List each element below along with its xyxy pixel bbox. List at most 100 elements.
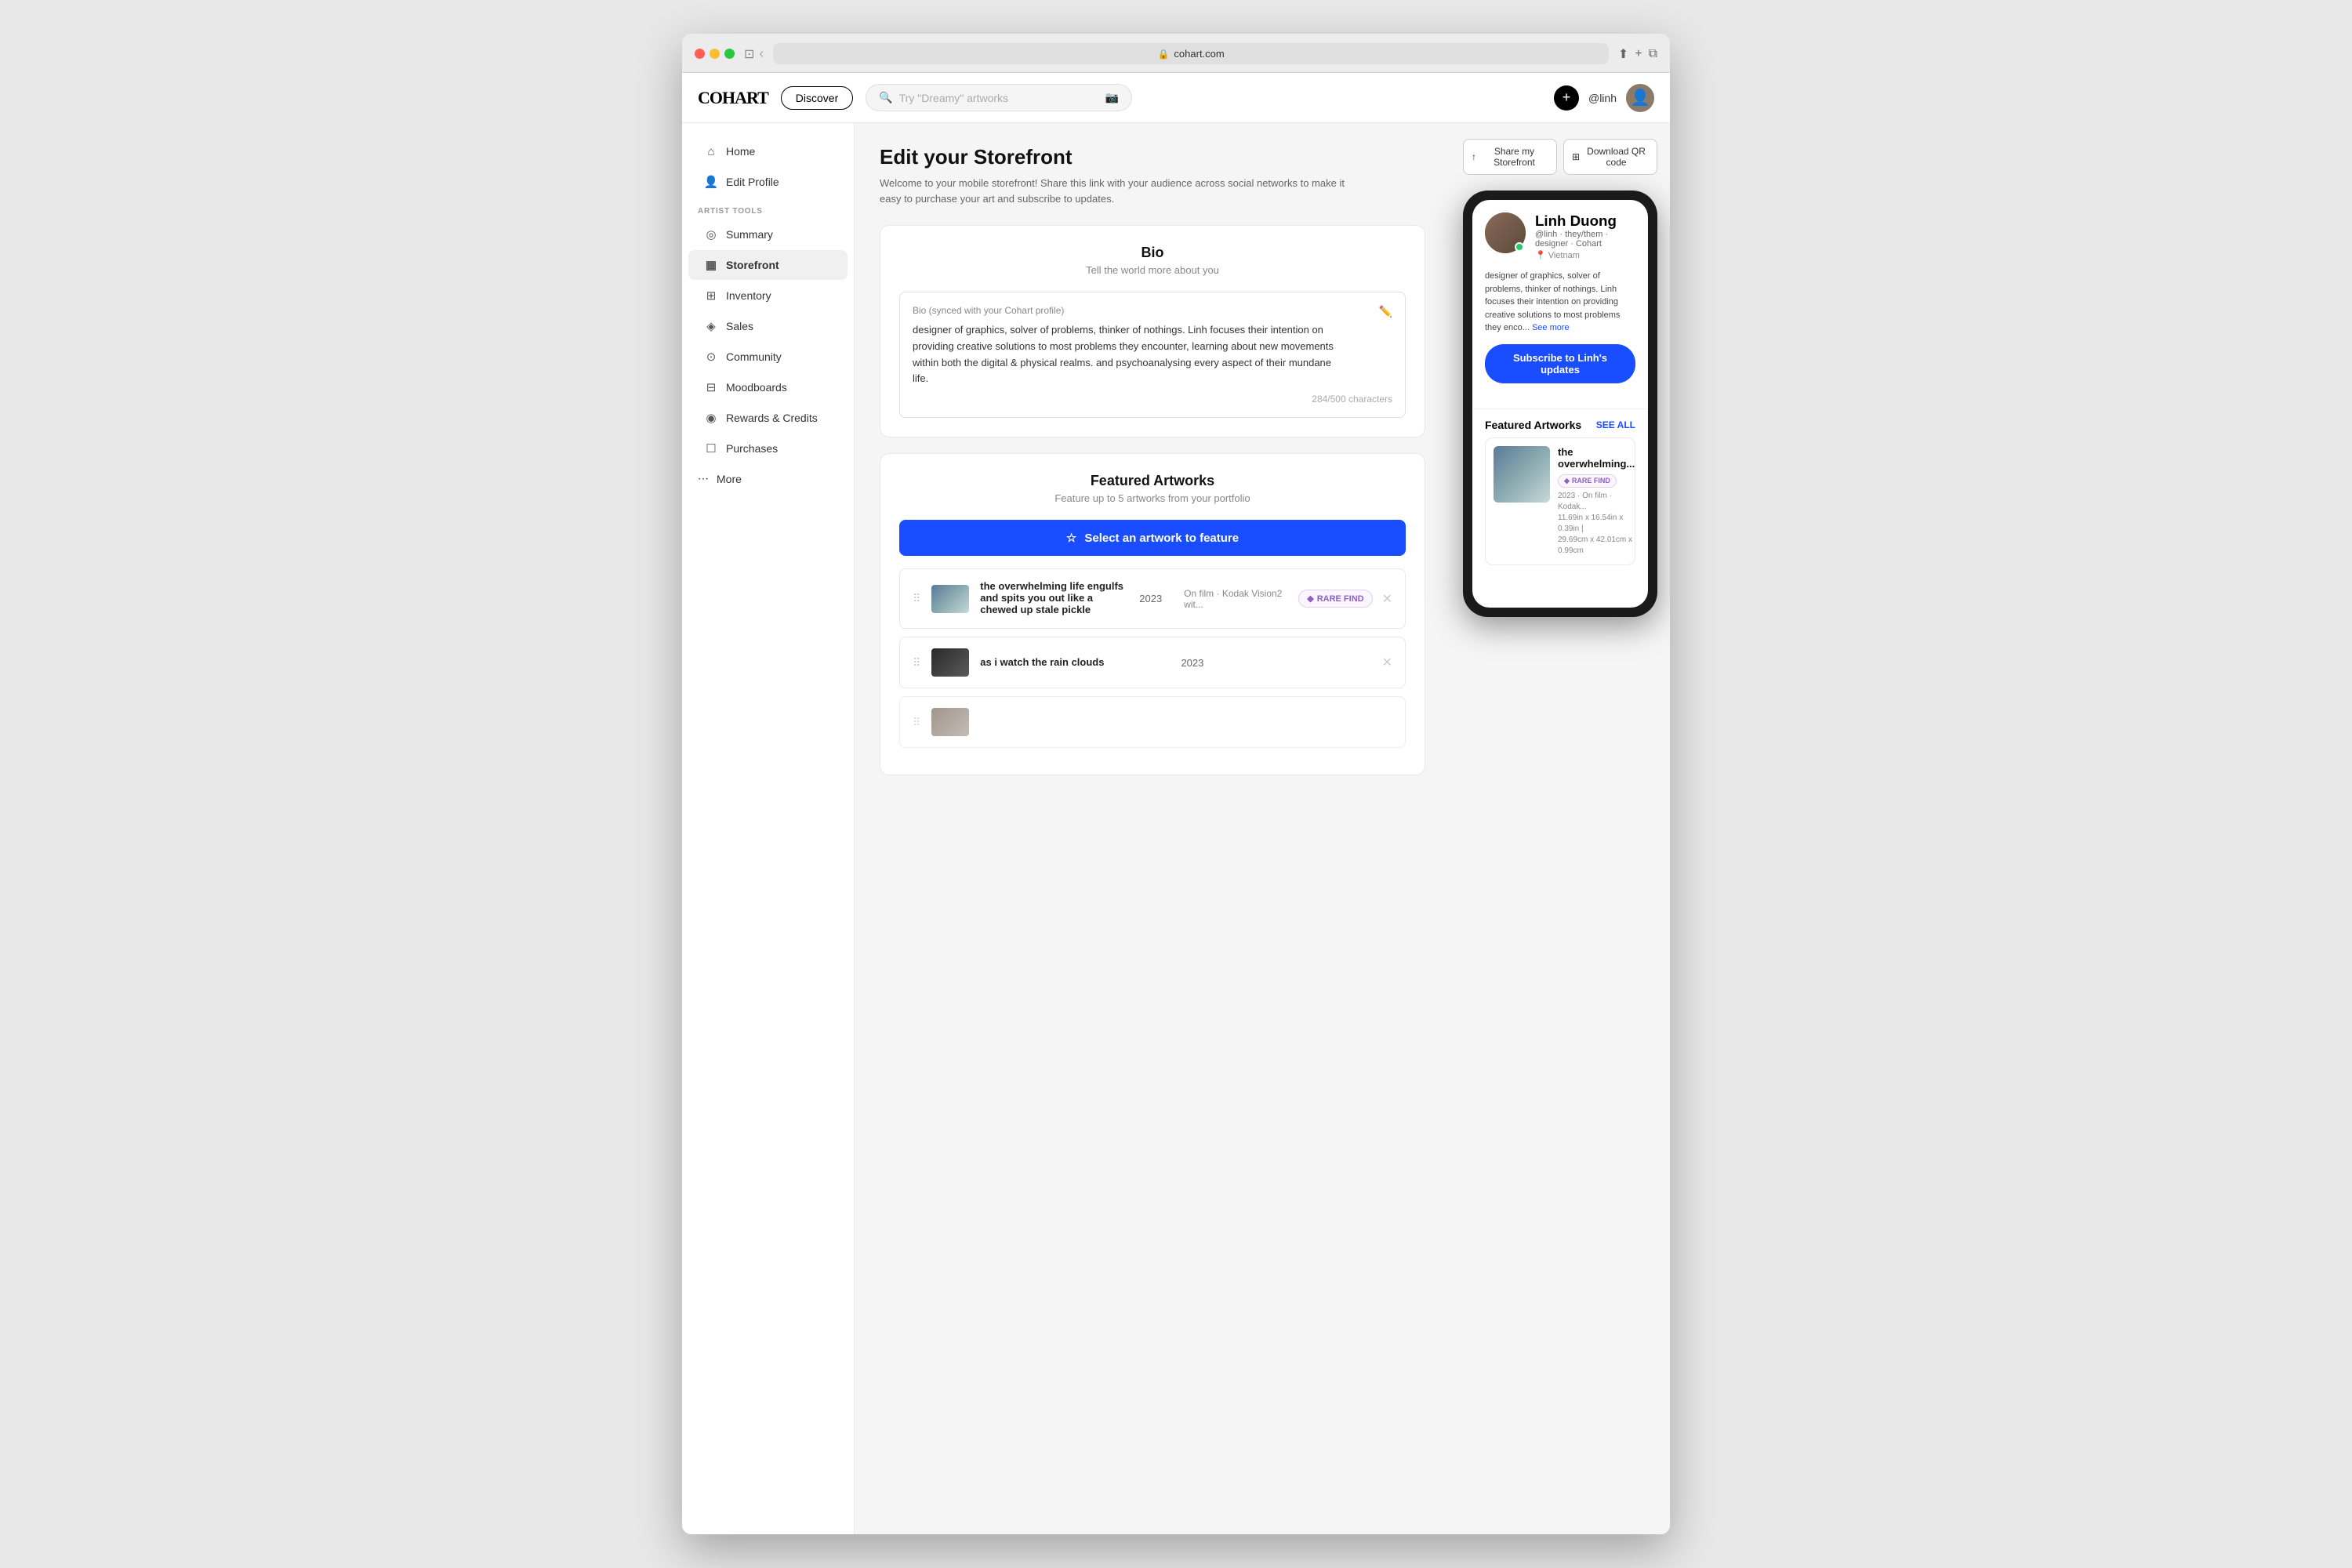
select-artwork-button[interactable]: ☆ Select an artwork to feature — [899, 520, 1406, 556]
diamond-icon: ◆ — [1307, 593, 1313, 604]
artist-tools-label: ARTIST TOOLS — [682, 198, 854, 219]
sidebar-item-moodboards[interactable]: ⊟ Moodboards — [688, 372, 848, 402]
mobile-user-meta: @linh · they/them · designer · Cohart — [1535, 230, 1635, 249]
search-placeholder: Try "Dreamy" artworks — [899, 92, 1008, 104]
artwork-row-middle: 2023 — [1181, 657, 1370, 669]
moodboards-icon: ⊟ — [704, 380, 718, 394]
download-qr-button[interactable]: ⊞ Download QR code — [1563, 139, 1657, 175]
browser-navigation: ⊡ ‹ — [744, 45, 764, 62]
sidebar-item-home[interactable]: ⌂ Home — [688, 136, 848, 166]
bio-card-title: Bio — [899, 245, 1406, 261]
sidebar-summary-label: Summary — [726, 228, 773, 241]
drag-handle-icon[interactable]: ⠿ — [913, 656, 920, 670]
bio-edit-icon[interactable]: ✏️ — [1379, 305, 1392, 318]
sidebar: ⌂ Home 👤 Edit Profile ARTIST TOOLS ◎ Sum… — [682, 123, 855, 1534]
sidebar-inventory-label: Inventory — [726, 289, 771, 302]
location-icon: 📍 — [1535, 250, 1546, 260]
minimize-window-button[interactable] — [710, 49, 720, 59]
verified-icon — [1515, 242, 1524, 252]
back-button[interactable]: ‹ — [759, 45, 764, 62]
artwork-row: ⠿ the overwhelming life engulfs and spit… — [899, 568, 1406, 629]
sidebar-item-community[interactable]: ⊙ Community — [688, 342, 848, 372]
profile-icon: 👤 — [704, 175, 718, 189]
share-page-icon[interactable]: ⬆ — [1618, 46, 1628, 62]
camera-icon[interactable]: 📷 — [1105, 91, 1119, 104]
tabs-icon[interactable]: ⧉ — [1649, 47, 1657, 61]
new-tab-icon[interactable]: + — [1635, 47, 1642, 61]
mobile-artwork-card: the overwhelming... ◆ RARE FIND 2023 · O… — [1485, 437, 1635, 565]
community-icon: ⊙ — [704, 350, 718, 364]
mobile-featured-header: Featured Artworks SEE ALL — [1472, 409, 1648, 437]
featured-card-subtitle: Feature up to 5 artworks from your portf… — [899, 492, 1406, 504]
artwork-year: 2023 — [1139, 593, 1162, 604]
drag-handle-icon[interactable]: ⠿ — [913, 716, 920, 729]
drag-handle-icon[interactable]: ⠿ — [913, 592, 920, 605]
featured-card-title: Featured Artworks — [899, 473, 1406, 489]
sidebar-home-label: Home — [726, 145, 755, 158]
sales-icon: ◈ — [704, 319, 718, 333]
browser-chrome: ⊡ ‹ 🔒 cohart.com ⬆ + ⧉ — [682, 34, 1670, 73]
remove-artwork-button[interactable]: ✕ — [1382, 655, 1392, 670]
sidebar-toggle-icon[interactable]: ⊡ — [744, 46, 754, 62]
sidebar-more-label: More — [717, 473, 742, 485]
app-header: COHART Discover 🔍 Try "Dreamy" artworks … — [682, 73, 1670, 123]
sidebar-community-label: Community — [726, 350, 782, 363]
sidebar-item-purchases[interactable]: ☐ Purchases — [688, 434, 848, 463]
search-icon: 🔍 — [879, 91, 892, 104]
maximize-window-button[interactable] — [724, 49, 735, 59]
sidebar-sales-label: Sales — [726, 320, 753, 332]
sidebar-more[interactable]: ⋯ More — [682, 464, 854, 493]
bio-char-count: 284/500 characters — [913, 394, 1392, 405]
page-title: Edit your Storefront — [880, 145, 1425, 169]
mobile-artwork-title: the overwhelming... — [1558, 446, 1635, 470]
sidebar-item-summary[interactable]: ◎ Summary — [688, 220, 848, 249]
sidebar-item-rewards[interactable]: ◉ Rewards & Credits — [688, 403, 848, 433]
artwork-thumbnail — [931, 648, 969, 677]
app-layout: ⌂ Home 👤 Edit Profile ARTIST TOOLS ◎ Sum… — [682, 123, 1670, 1534]
artwork-year: 2023 — [1181, 657, 1203, 669]
artwork-row-middle: 2023 On film · Kodak Vision2 wit... — [1139, 588, 1287, 610]
sidebar-item-storefront[interactable]: ▦ Storefront — [688, 250, 848, 280]
home-icon: ⌂ — [704, 144, 718, 158]
artwork-thumbnail — [931, 708, 969, 736]
main-content: Edit your Storefront Welcome to your mob… — [855, 123, 1450, 1534]
rewards-icon: ◉ — [704, 411, 718, 425]
subscribe-button[interactable]: Subscribe to Linh's updates — [1485, 344, 1635, 383]
bio-label: Bio (synced with your Cohart profile) — [913, 305, 1392, 316]
sidebar-item-edit-profile[interactable]: 👤 Edit Profile — [688, 167, 848, 197]
share-storefront-button[interactable]: ↑ Share my Storefront — [1463, 139, 1557, 175]
artwork-row: ⠿ as i watch the rain clouds 2023 ✕ — [899, 637, 1406, 688]
plus-icon: + — [1563, 89, 1571, 106]
sidebar-rewards-label: Rewards & Credits — [726, 412, 818, 424]
remove-artwork-button[interactable]: ✕ — [1382, 591, 1392, 607]
see-all-link[interactable]: SEE ALL — [1596, 419, 1635, 430]
bio-text[interactable]: designer of graphics, solver of problems… — [913, 322, 1345, 387]
artwork-info: as i watch the rain clouds — [980, 656, 1170, 670]
artwork-row: ⠿ — [899, 696, 1406, 748]
purchases-icon: ☐ — [704, 441, 718, 456]
mobile-profile-top: Linh Duong @linh · they/them · designer … — [1485, 212, 1635, 260]
browser-actions: ⬆ + ⧉ — [1618, 46, 1657, 62]
mobile-username: Linh Duong — [1535, 212, 1635, 230]
avatar[interactable]: 👤 — [1626, 84, 1654, 112]
mobile-preview: Linh Duong @linh · they/them · designer … — [1463, 191, 1657, 617]
close-window-button[interactable] — [695, 49, 705, 59]
sidebar-item-inventory[interactable]: ⊞ Inventory — [688, 281, 848, 310]
sidebar-item-sales[interactable]: ◈ Sales — [688, 311, 848, 341]
discover-button[interactable]: Discover — [781, 86, 853, 110]
search-bar[interactable]: 🔍 Try "Dreamy" artworks 📷 — [866, 84, 1132, 111]
url-text: cohart.com — [1174, 48, 1224, 60]
mobile-screen: Linh Duong @linh · they/them · designer … — [1472, 200, 1648, 608]
share-icon: ↑ — [1472, 151, 1476, 162]
see-more-link[interactable]: See more — [1532, 323, 1570, 332]
url-bar[interactable]: 🔒 cohart.com — [773, 43, 1608, 64]
artwork-title: as i watch the rain clouds — [980, 656, 1170, 668]
header-right: + @linh 👤 — [1554, 84, 1654, 112]
create-button[interactable]: + — [1554, 85, 1579, 111]
mobile-handle: @linh — [1535, 230, 1557, 239]
bio-box: Bio (synced with your Cohart profile) de… — [899, 292, 1406, 418]
artwork-info: the overwhelming life engulfs and spits … — [980, 580, 1128, 617]
featured-artworks-card: Featured Artworks Feature up to 5 artwor… — [880, 453, 1425, 775]
mobile-user-info: Linh Duong @linh · they/them · designer … — [1535, 212, 1635, 260]
download-qr-label: Download QR code — [1584, 146, 1649, 168]
